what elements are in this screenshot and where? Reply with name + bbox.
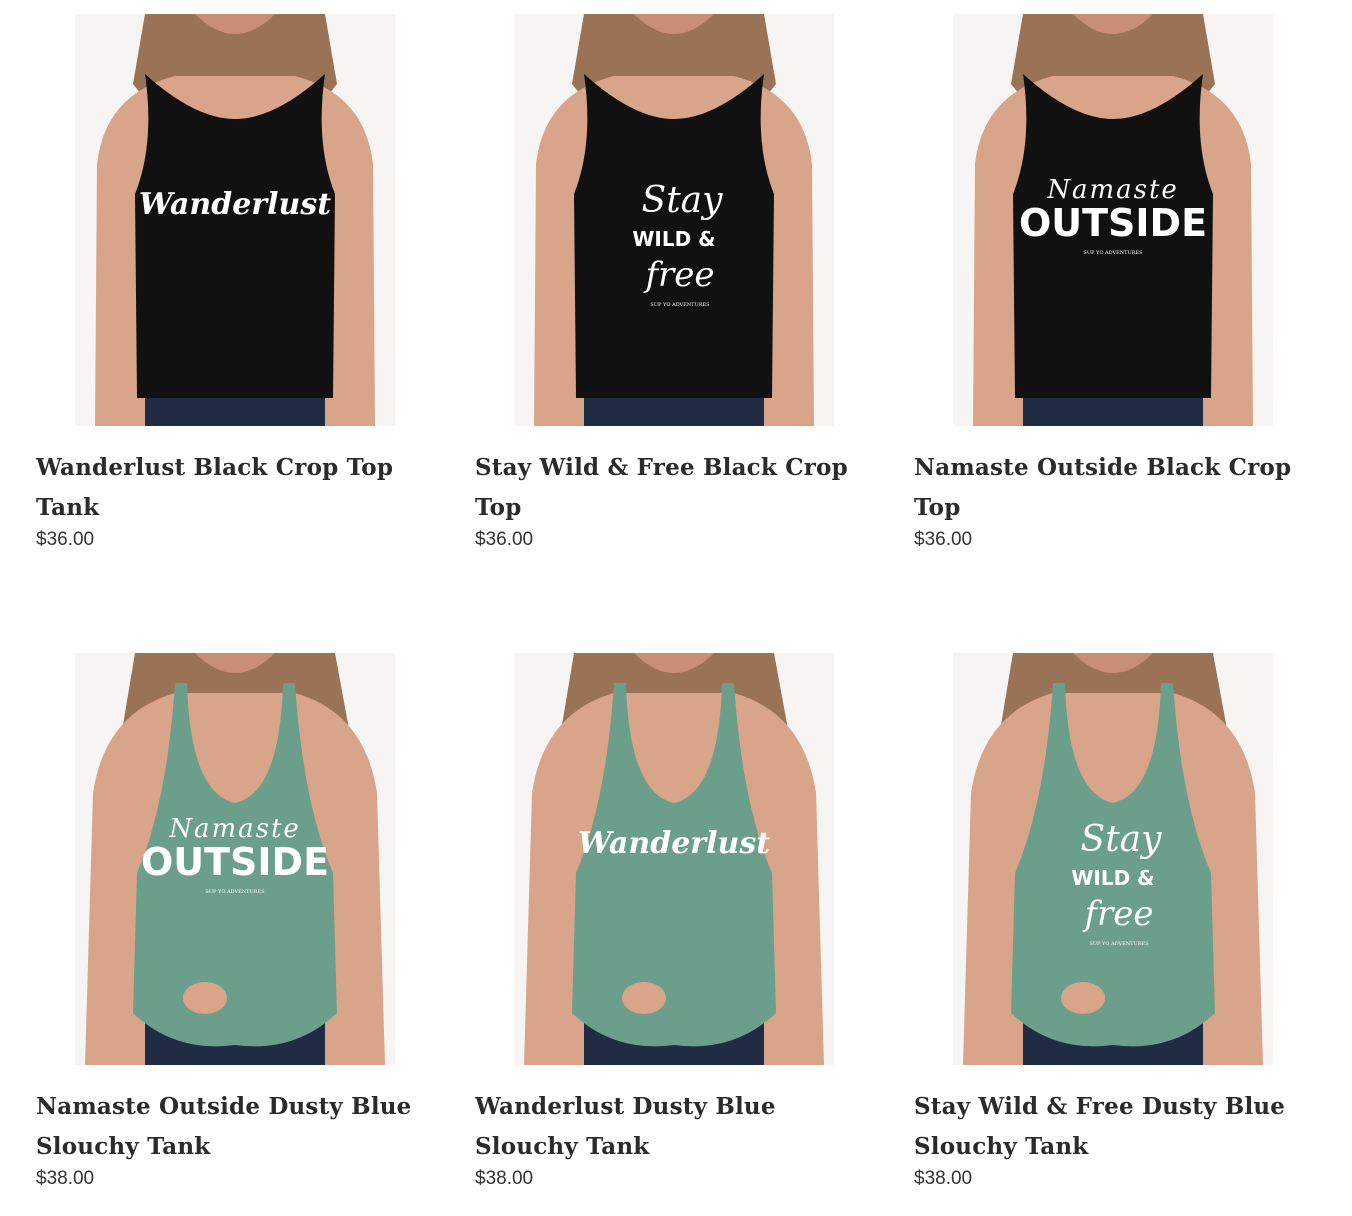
product-image-link[interactable]: Wanderlust <box>36 14 434 426</box>
product-image-link[interactable]: Wanderlust <box>475 653 873 1065</box>
product-image-link[interactable]: Stay WILD & free SUP YO ADVENTURES <box>475 14 873 426</box>
product-image: Wanderlust <box>75 14 395 426</box>
model-photo: NamasteOUTSIDESUP YO ADVENTURES <box>75 653 395 1065</box>
model-photo: Stay WILD & free SUP YO ADVENTURES <box>514 14 834 426</box>
svg-text:Wanderlust: Wanderlust <box>578 826 770 861</box>
product-price: $36.00 <box>914 529 973 550</box>
svg-text:free: free <box>642 255 714 295</box>
product-image: Namaste OUTSIDE SUP YO ADVENTURES <box>953 14 1273 426</box>
product-title[interactable]: Namaste Outside Dusty Blue Slouchy Tank <box>36 1087 434 1167</box>
product-card[interactable]: Wanderlust Wanderlust Dusty Blue Slouchy… <box>475 653 873 1213</box>
hand-shape <box>1061 982 1105 1014</box>
model-photo: NamasteOUTSIDESUP YO ADVENTURES <box>953 14 1273 426</box>
product-price: $38.00 <box>475 1168 534 1189</box>
product-card[interactable]: Namaste OUTSIDE SUP YO ADVENTURES Namaste … <box>36 653 434 1213</box>
product-image: Wanderlust <box>514 653 834 1065</box>
product-image-link[interactable]: Namaste OUTSIDE SUP YO ADVENTURES <box>914 14 1312 426</box>
product-card[interactable]: Stay WILD & free SUP YO ADVENTURES Stay Wil… <box>475 14 873 574</box>
svg-text:Stay: Stay <box>1081 819 1163 860</box>
stay-wild-free-print-icon: Stay WILD & free SUP YO ADVENTURES <box>632 180 723 308</box>
product-card[interactable]: Wanderlust Wanderlust Black Crop Top Tan… <box>36 14 434 574</box>
svg-text:Wanderlust: Wanderlust <box>139 187 331 222</box>
svg-text:WILD &: WILD & <box>1071 866 1154 890</box>
product-title[interactable]: Wanderlust Dusty Blue Slouchy Tank <box>475 1087 873 1167</box>
product-title[interactable]: Stay Wild & Free Dusty Blue Slouchy Tank <box>914 1087 1312 1167</box>
product-image: Stay WILD & free SUP YO ADVENTURES <box>953 653 1273 1065</box>
hand-shape <box>622 982 666 1014</box>
model-photo: Wanderlust <box>75 14 395 426</box>
product-image-link[interactable]: Stay WILD & free SUP YO ADVENTURES <box>914 653 1312 1065</box>
product-card[interactable]: Stay WILD & free SUP YO ADVENTURES Stay Wil… <box>914 653 1312 1213</box>
product-image-link[interactable]: Namaste OUTSIDE SUP YO ADVENTURES <box>36 653 434 1065</box>
product-title[interactable]: Stay Wild & Free Black Crop Top <box>475 448 873 528</box>
model-photo: Wanderlust <box>514 653 834 1065</box>
svg-text:free: free <box>1081 894 1153 934</box>
svg-text:SUP YO ADVENTURES: SUP YO ADVENTURES <box>1083 250 1143 256</box>
svg-text:OUTSIDE: OUTSIDE <box>1019 201 1207 245</box>
svg-text:Stay: Stay <box>642 180 724 221</box>
product-price: $36.00 <box>36 529 95 550</box>
product-title[interactable]: Wanderlust Black Crop Top Tank <box>36 448 434 528</box>
model-photo: Stay WILD & free SUP YO ADVENTURES <box>953 653 1273 1065</box>
hand-shape <box>183 982 227 1014</box>
svg-text:SUP YO ADVENTURES: SUP YO ADVENTURES <box>205 889 265 895</box>
svg-text:SUP YO ADVENTURES: SUP YO ADVENTURES <box>650 302 710 308</box>
tank-top-shape <box>135 74 335 398</box>
product-image: Namaste OUTSIDE SUP YO ADVENTURES <box>75 653 395 1065</box>
product-price: $38.00 <box>36 1168 95 1189</box>
product-image: Stay WILD & free SUP YO ADVENTURES <box>514 14 834 426</box>
stay-wild-free-print-icon: Stay WILD & free SUP YO ADVENTURES <box>1071 819 1162 947</box>
product-grid: Wanderlust Wanderlust Black Crop Top Tan… <box>36 14 1316 1214</box>
svg-text:SUP YO ADVENTURES: SUP YO ADVENTURES <box>1089 941 1149 947</box>
product-card[interactable]: Namaste OUTSIDE SUP YO ADVENTURES Namaste … <box>914 14 1312 574</box>
product-price: $36.00 <box>475 529 534 550</box>
svg-text:WILD &: WILD & <box>632 227 715 251</box>
product-price: $38.00 <box>914 1168 973 1189</box>
product-title[interactable]: Namaste Outside Black Crop Top <box>914 448 1312 528</box>
wanderlust-print-icon: Wanderlust <box>139 187 331 222</box>
wanderlust-print-icon: Wanderlust <box>578 826 770 861</box>
svg-text:OUTSIDE: OUTSIDE <box>141 840 329 884</box>
